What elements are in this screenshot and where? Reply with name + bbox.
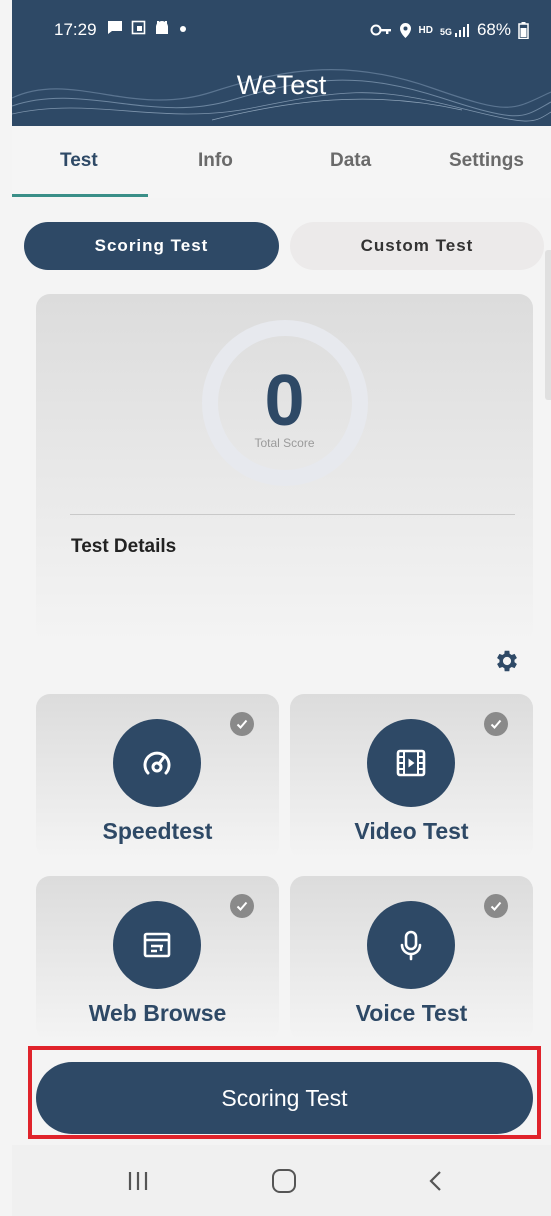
- back-button[interactable]: [416, 1165, 456, 1197]
- speedtest-tile[interactable]: Speedtest: [36, 694, 279, 859]
- network-type-label: 5G: [439, 27, 452, 37]
- check-icon[interactable]: [484, 894, 508, 918]
- microphone-icon: [367, 901, 455, 989]
- tab-data[interactable]: Data: [330, 150, 371, 172]
- message-icon: [108, 21, 122, 34]
- dot-icon: [180, 26, 186, 32]
- tile-label: Speedtest: [102, 818, 213, 844]
- tile-label: Video Test: [354, 818, 469, 844]
- custom-test-mode-button[interactable]: Custom Test: [290, 222, 544, 270]
- screenshot-icon: [131, 20, 146, 35]
- recent-apps-icon: [128, 1172, 148, 1190]
- highlight-box: [28, 1046, 541, 1139]
- score-divider: [70, 514, 515, 515]
- tab-test[interactable]: Test: [60, 150, 98, 172]
- status-bar: 17:29 HD 5G 68%: [12, 18, 551, 48]
- battery-percent: 68%: [476, 20, 511, 39]
- main-tabs: Test Info Data Settings: [12, 126, 551, 198]
- back-chevron-icon: [429, 1171, 441, 1191]
- check-icon[interactable]: [484, 712, 508, 736]
- check-icon[interactable]: [230, 894, 254, 918]
- home-button[interactable]: [264, 1165, 304, 1197]
- film-icon: [367, 719, 455, 807]
- app-header: 17:29 HD 5G 68% WeTest: [12, 0, 551, 126]
- voice-test-tile[interactable]: Voice Test: [290, 876, 533, 1041]
- vpn-key-icon: [370, 24, 391, 36]
- hd-icon: HD: [418, 24, 433, 36]
- tile-label: Voice Test: [355, 1000, 468, 1026]
- total-score-value: 0: [264, 361, 305, 441]
- app-title: WeTest: [236, 70, 327, 100]
- status-left-icons: [107, 20, 188, 35]
- web-browse-tile[interactable]: Web Browse: [36, 876, 279, 1041]
- status-time: 17:29: [54, 20, 97, 39]
- tab-info[interactable]: Info: [198, 150, 233, 172]
- test-details-title: Test Details: [71, 536, 177, 557]
- android-icon: [156, 21, 168, 34]
- status-right-icons: HD 5G 68%: [370, 20, 530, 40]
- signal-bars-icon: [454, 24, 469, 37]
- speedometer-icon: [113, 719, 201, 807]
- total-score-label: Total Score: [254, 436, 315, 450]
- gear-icon[interactable]: [493, 647, 521, 675]
- video-test-tile[interactable]: Video Test: [290, 694, 533, 859]
- home-icon: [272, 1169, 296, 1193]
- 5g-signal-icon: 5G: [440, 23, 470, 37]
- score-card: 0 Total Score Test Details: [36, 294, 533, 644]
- check-icon[interactable]: [230, 712, 254, 736]
- battery-icon: [518, 21, 529, 39]
- location-icon: [399, 22, 411, 38]
- tile-label: Web Browse: [88, 1000, 227, 1026]
- checkmark-glyph: [236, 901, 248, 911]
- system-nav-bar: [12, 1145, 551, 1216]
- edge-scroll-handle[interactable]: [545, 250, 551, 400]
- scoring-test-mode-button[interactable]: Scoring Test: [24, 222, 279, 270]
- checkmark-glyph: [236, 719, 248, 729]
- tab-settings[interactable]: Settings: [449, 150, 524, 172]
- checkmark-glyph: [490, 719, 502, 729]
- recent-apps-button[interactable]: [118, 1165, 158, 1197]
- checkmark-glyph: [490, 901, 502, 911]
- active-tab-indicator: [12, 194, 148, 197]
- app-screen: 17:29 HD 5G 68% WeTest Test Info Data Se…: [0, 0, 551, 1216]
- browser-icon: [113, 901, 201, 989]
